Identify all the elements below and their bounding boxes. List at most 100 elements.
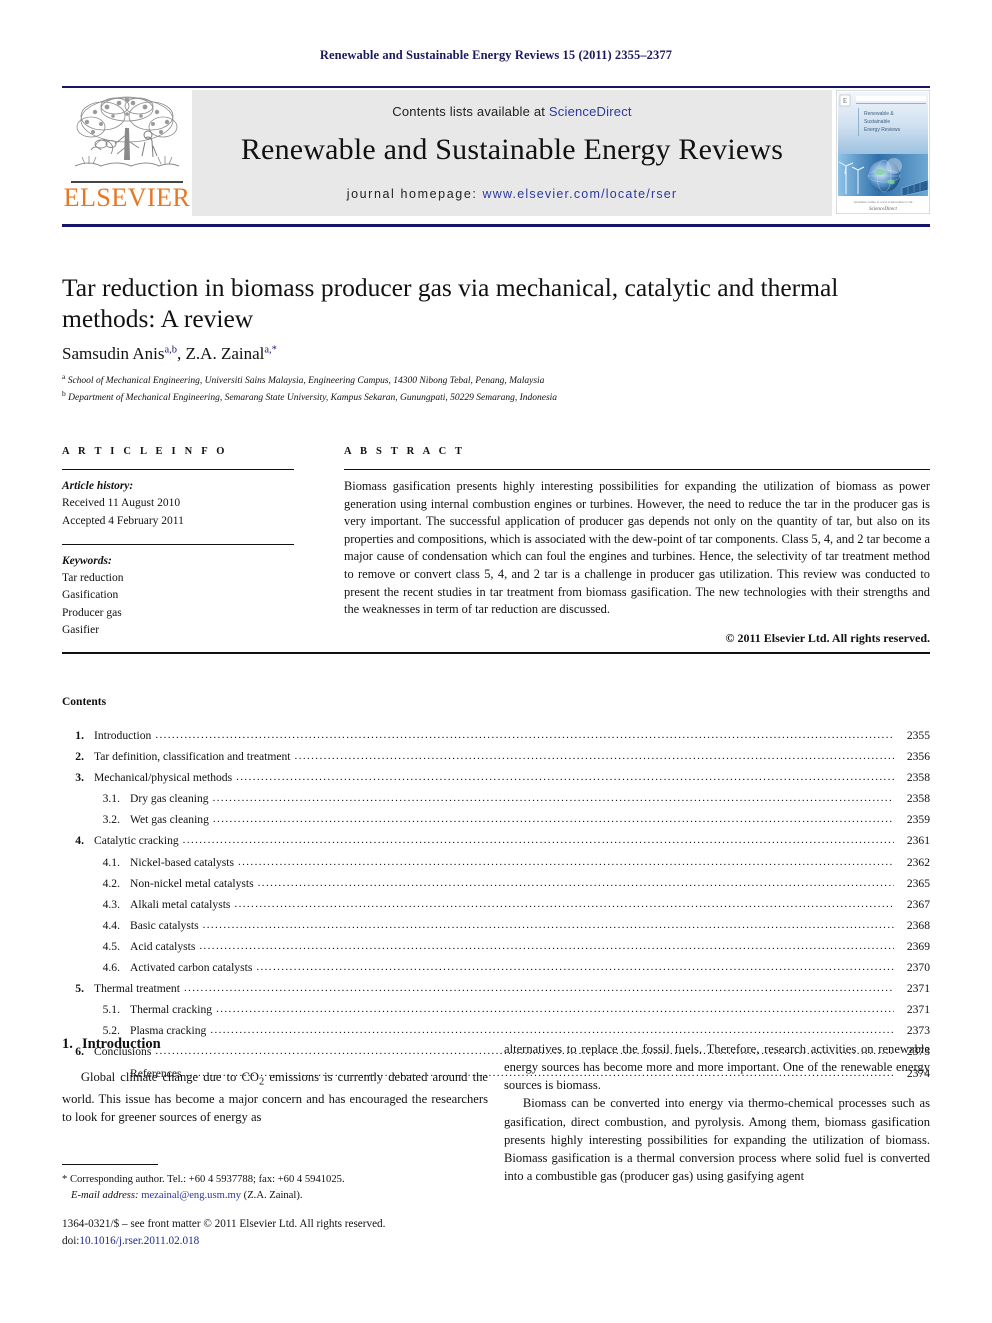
journal-cover-image: E Renewable & Sustainable Energy Reviews: [835, 89, 931, 215]
affiliation-b: b Department of Mechanical Engineering, …: [62, 389, 930, 406]
contents-available-line: Contents lists available at ScienceDirec…: [192, 90, 832, 119]
keyword-item: Producer gas: [62, 606, 122, 619]
intro-paragraph-right-1: alternatives to replace the fossil fuels…: [504, 1042, 930, 1093]
toc-entry-label: Acid catalysts: [130, 939, 196, 953]
toc-leader-dots: ........................................…: [216, 1003, 894, 1016]
affiliation-b-text: Department of Mechanical Engineering, Se…: [68, 393, 558, 404]
svg-text:ScienceDirect: ScienceDirect: [869, 207, 897, 212]
toc-entry[interactable]: 5. Thermal treatment.....................…: [62, 978, 930, 999]
toc-entry[interactable]: 4.5. Acid catalysts......................…: [62, 936, 930, 957]
toc-entry-label: Tar definition, classification and treat…: [94, 750, 291, 764]
journal-cover-thumbnail[interactable]: E Renewable & Sustainable Energy Reviews: [835, 89, 931, 216]
toc-entry-number: 5.: [75, 982, 84, 996]
author-2: Z.A. Zainal: [185, 344, 265, 363]
toc-entry[interactable]: 4.2. Non-nickel metal catalysts..........…: [62, 873, 930, 894]
toc-entry[interactable]: 1. Introduction..........................…: [62, 725, 930, 746]
email-owner: (Z.A. Zainal).: [243, 1189, 303, 1201]
toc-entry[interactable]: 4.1. Nickel-based catalysts..............…: [62, 852, 930, 873]
toc-entry[interactable]: 2. Tar definition, classification and tre…: [62, 746, 930, 767]
toc-entry-number: 1.: [75, 729, 84, 742]
contents-available-prefix: Contents lists available at: [392, 104, 549, 119]
footnote-divider: [62, 1164, 158, 1166]
toc-entry[interactable]: 4.6. Activated carbon catalysts..........…: [62, 957, 930, 978]
article-accepted-date: Accepted 4 February 2011: [62, 514, 184, 527]
affiliation-a-text: School of Mechanical Engineering, Univer…: [67, 376, 545, 387]
toc-entry-number: 5.1.: [102, 1003, 120, 1017]
toc-entry-page: 2371: [906, 982, 930, 996]
toc-entry[interactable]: 5.2. Plasma cracking.....................…: [62, 1020, 930, 1041]
toc-entry[interactable]: 3.2. Wet gas cleaning....................…: [62, 809, 930, 830]
toc-entry-number: 4.6.: [102, 961, 120, 975]
toc-entry-label: Mechanical/physical methods: [94, 771, 233, 785]
section-heading-introduction: 1. Introduction: [62, 1036, 161, 1053]
abstract-text: Biomass gasification presents highly int…: [344, 479, 930, 617]
abstract-heading: A B S T R A C T: [344, 446, 466, 457]
intro-left-pre: Global climate change due to CO: [80, 1070, 259, 1084]
toc-entry-number: 4.4.: [102, 918, 120, 932]
table-of-contents: 1. Introduction..........................…: [62, 725, 930, 1084]
toc-leader-dots: ........................................…: [256, 961, 894, 974]
toc-entry-page: 2371: [906, 1003, 930, 1017]
toc-entry-page: 2359: [906, 813, 930, 827]
affiliation-a-marker: a: [62, 372, 66, 381]
toc-entry-number: 3.2.: [102, 813, 120, 827]
toc-entry-label: Dry gas cleaning: [130, 792, 209, 806]
article-history-label: Article history:: [62, 480, 134, 492]
toc-leader-dots: ........................................…: [212, 792, 894, 805]
toc-entry-number: 3.1.: [102, 792, 120, 806]
toc-entry-number: 2.: [75, 750, 84, 764]
article-info-heading: A R T I C L E I N F O: [62, 446, 228, 457]
toc-entry[interactable]: 4. Catalytic cracking....................…: [62, 830, 930, 851]
journal-homepage-line: journal homepage: www.elsevier.com/locat…: [192, 187, 832, 201]
toc-entry-page: 2355: [906, 729, 930, 742]
author-1: Samsudin Anis: [62, 344, 165, 363]
author-2-affil-marker[interactable]: a,*: [264, 344, 277, 355]
toc-leader-dots: ........................................…: [234, 897, 894, 910]
toc-leader-dots: ........................................…: [257, 876, 894, 889]
toc-entry-number: 4.: [75, 834, 84, 848]
affiliation-list: a School of Mechanical Engineering, Univ…: [62, 372, 930, 406]
elsevier-logo: ELSEVIER: [62, 90, 192, 216]
toc-entry-label: Catalytic cracking: [94, 834, 179, 848]
toc-entry[interactable]: 4.4. Basic catalysts.....................…: [62, 915, 930, 936]
affiliation-a: a School of Mechanical Engineering, Univ…: [62, 372, 930, 389]
toc-entry[interactable]: 5.1. Thermal cracking....................…: [62, 999, 930, 1020]
svg-text:Available online at www.scienc: Available online at www.sciencedirect.co…: [854, 200, 913, 204]
article-received-date: Received 11 August 2010: [62, 497, 181, 510]
toc-entry[interactable]: 3.1. Dry gas cleaning....................…: [62, 788, 930, 809]
toc-entry-label: Thermal treatment: [94, 982, 180, 996]
author-1-affil-marker[interactable]: a,b: [165, 344, 178, 355]
doi-link[interactable]: 10.1016/j.rser.2011.02.018: [79, 1235, 199, 1247]
toc-leader-dots: ........................................…: [210, 1024, 894, 1037]
toc-entry-number: 4.5.: [102, 939, 120, 953]
abstract-copyright: © 2011 Elsevier Ltd. All rights reserved…: [725, 630, 930, 645]
section-title: Introduction: [82, 1036, 161, 1052]
imprint-doi-line: doi:10.1016/j.rser.2011.02.018: [62, 1233, 502, 1250]
svg-text:Sustainable: Sustainable: [864, 119, 890, 125]
elsevier-wordmark: ELSEVIER: [63, 183, 191, 212]
running-head: Renewable and Sustainable Energy Reviews…: [319, 48, 673, 62]
toc-leader-dots: ........................................…: [183, 982, 894, 995]
toc-leader-dots: ........................................…: [155, 729, 894, 741]
toc-entry-page: 2365: [906, 876, 930, 890]
homepage-prefix: journal homepage:: [346, 187, 483, 201]
toc-entry[interactable]: 3. Mechanical/physical methods...........…: [62, 767, 930, 788]
toc-leader-dots: ........................................…: [236, 771, 894, 784]
svg-text:E: E: [843, 97, 847, 105]
journal-title: Renewable and Sustainable Energy Reviews: [240, 133, 784, 166]
toc-leader-dots: ........................................…: [294, 750, 894, 763]
contents-heading: Contents: [62, 696, 107, 708]
sciencedirect-link[interactable]: ScienceDirect: [549, 104, 632, 119]
imprint-front-matter: 1364-0321/$ – see front matter © 2011 El…: [62, 1218, 386, 1230]
toc-entry-page: 2361: [906, 834, 930, 848]
imprint-block: 1364-0321/$ – see front matter © 2011 El…: [62, 1216, 502, 1250]
page-title: Tar reduction in biomass producer gas vi…: [62, 273, 839, 334]
author-list: Samsudin Anisa,b, Z.A. Zainala,*: [62, 344, 277, 363]
toc-entry[interactable]: 4.3. Alkali metal catalysts..............…: [62, 894, 930, 915]
journal-homepage-link[interactable]: www.elsevier.com/locate/rser: [483, 187, 678, 201]
toc-entry-label: Non-nickel metal catalysts: [130, 876, 254, 890]
doi-label: doi:: [62, 1234, 80, 1247]
email-link[interactable]: mezainal@eng.usm.my: [141, 1190, 241, 1201]
paper-page: Renewable and Sustainable Energy Reviews…: [0, 0, 992, 1323]
svg-text:Energy Reviews: Energy Reviews: [864, 127, 901, 133]
